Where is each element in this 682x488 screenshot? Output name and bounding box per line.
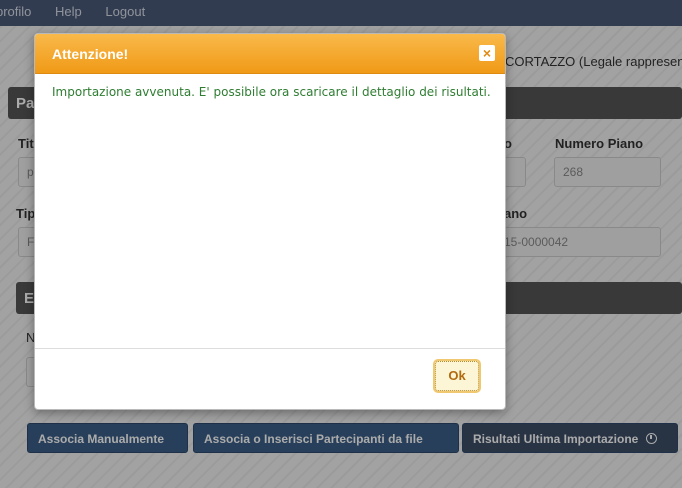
dialog-title: Attenzione! [52,46,129,62]
alert-dialog: Attenzione! × Importazione avvenuta. E' … [34,33,506,410]
ok-button[interactable]: Ok [435,361,479,391]
dialog-message: Importazione avvenuta. E' possibile ora … [52,85,491,99]
dialog-header: Attenzione! × [35,34,505,74]
dialog-footer: Ok [35,348,505,409]
close-icon[interactable]: × [479,45,495,61]
